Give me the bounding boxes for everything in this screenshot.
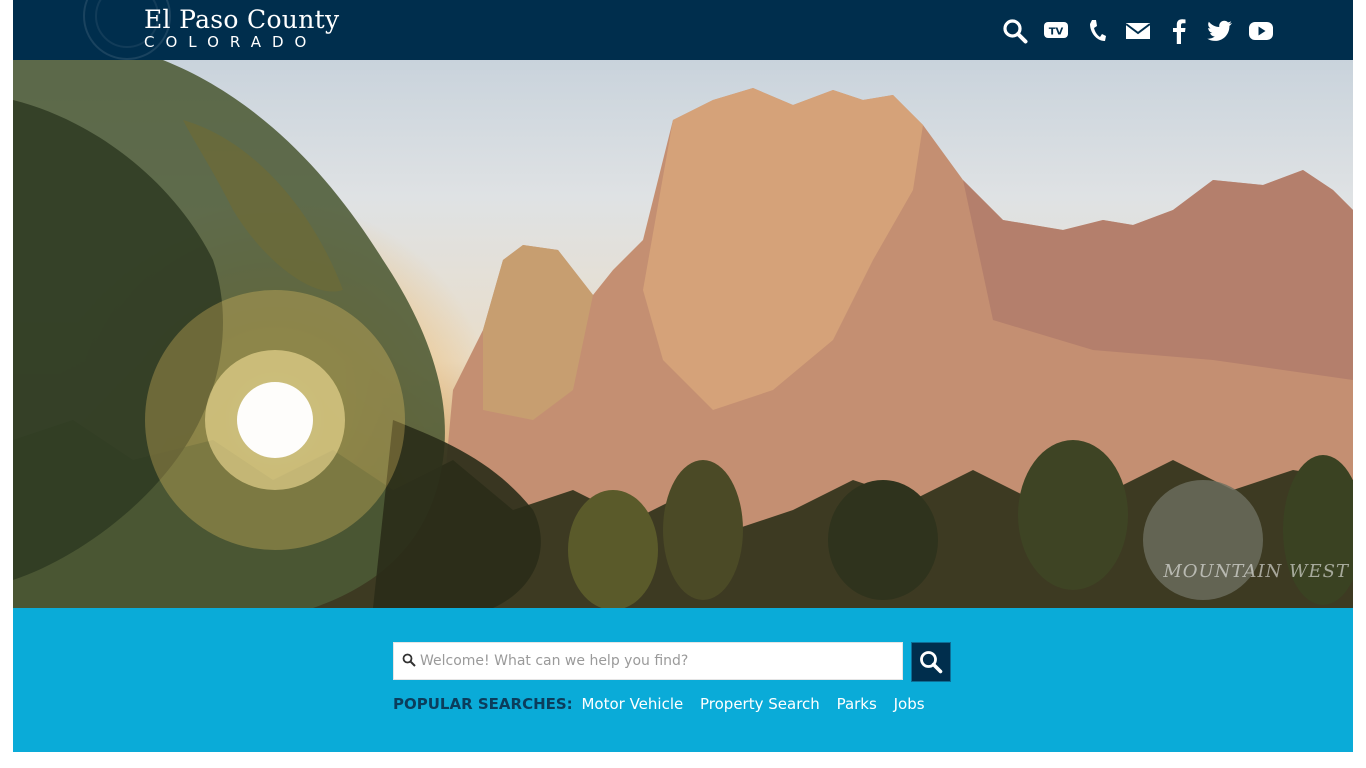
search-box bbox=[393, 642, 903, 680]
hero-image: MOUNTAIN WEST bbox=[13, 60, 1353, 608]
phone-icon[interactable] bbox=[1082, 16, 1112, 46]
header-icons: TV bbox=[989, 16, 1276, 46]
facebook-icon[interactable] bbox=[1164, 16, 1194, 46]
popular-searches-label: POPULAR SEARCHES: bbox=[393, 695, 573, 713]
search-section: POPULAR SEARCHES: Motor Vehicle Property… bbox=[13, 608, 1353, 752]
popular-link-parks[interactable]: Parks bbox=[837, 695, 877, 713]
youtube-icon[interactable] bbox=[1246, 16, 1276, 46]
search-field-icon bbox=[402, 652, 416, 671]
search-input[interactable] bbox=[420, 643, 890, 679]
popular-searches: POPULAR SEARCHES: Motor Vehicle Property… bbox=[393, 694, 937, 714]
tv-icon-label: TV bbox=[1049, 27, 1064, 38]
search-icon[interactable] bbox=[1000, 16, 1030, 46]
search-submit-button[interactable] bbox=[911, 642, 951, 682]
popular-link-motor-vehicle[interactable]: Motor Vehicle bbox=[581, 695, 683, 713]
tv-icon[interactable]: TV bbox=[1041, 16, 1071, 46]
popular-link-jobs[interactable]: Jobs bbox=[894, 695, 925, 713]
twitter-icon[interactable] bbox=[1205, 16, 1235, 46]
mail-icon[interactable] bbox=[1123, 16, 1153, 46]
site-title[interactable]: El Paso County bbox=[144, 5, 339, 35]
site-subtitle: COLORADO bbox=[144, 33, 318, 51]
search-icon bbox=[920, 651, 943, 674]
site-header: El Paso County COLORADO TV bbox=[13, 0, 1353, 60]
brand[interactable]: El Paso County COLORADO bbox=[144, 5, 339, 50]
popular-link-property-search[interactable]: Property Search bbox=[700, 695, 820, 713]
photo-credit: MOUNTAIN WEST bbox=[1163, 561, 1349, 582]
